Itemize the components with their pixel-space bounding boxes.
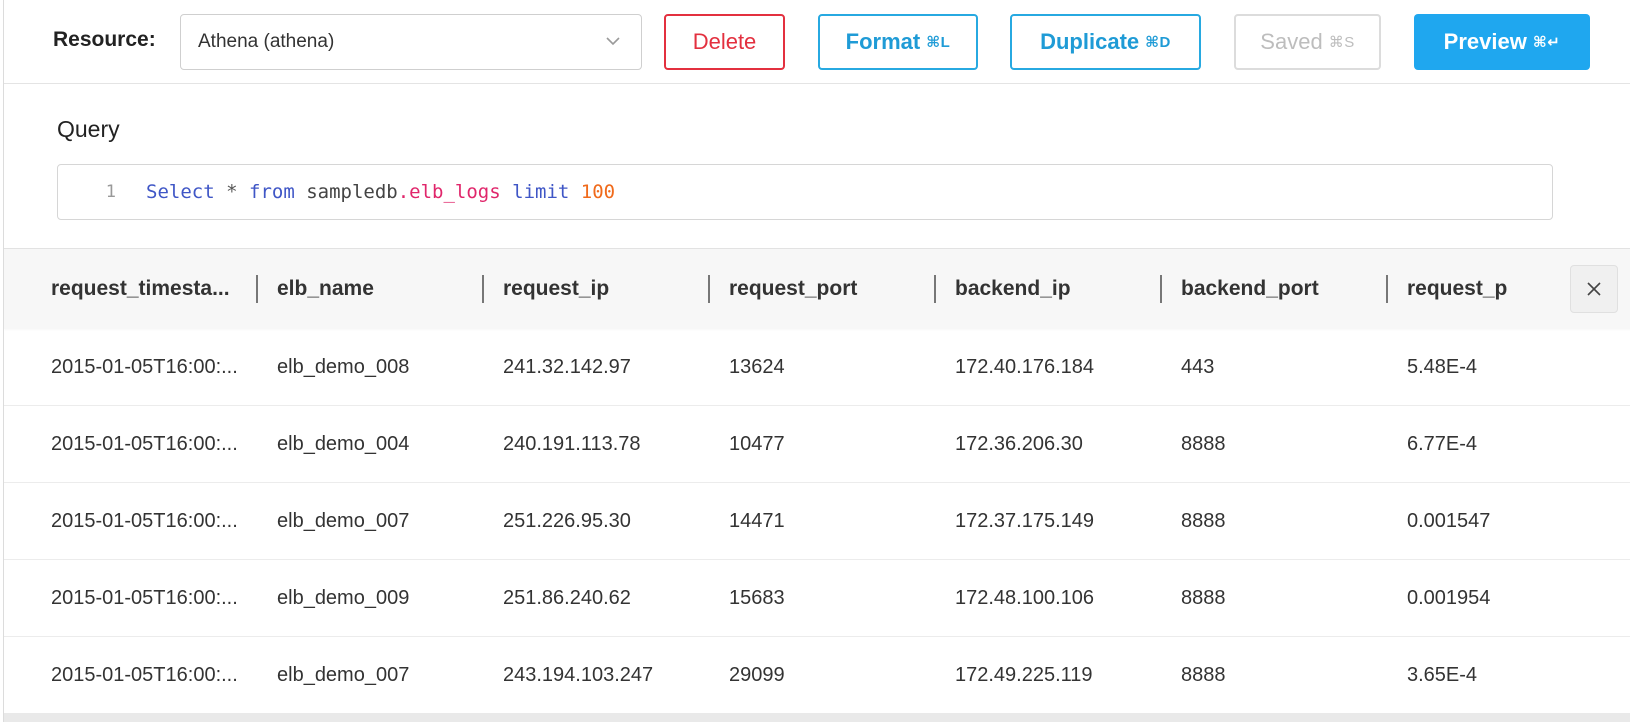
sql-schema: sampledb xyxy=(306,181,398,203)
table-cell: 13624 xyxy=(729,356,785,378)
sql-keyword-from: from xyxy=(249,181,295,203)
column-header[interactable]: request_timesta... xyxy=(51,249,251,329)
table-cell: 5.48E-4 xyxy=(1407,356,1478,378)
table-cell: 0.001954 xyxy=(1407,587,1491,609)
sql-keyword-limit: limit xyxy=(512,181,570,203)
table-cell: 8888 xyxy=(1181,433,1226,455)
close-icon xyxy=(1587,282,1601,296)
preview-shortcut: ⌘↵ xyxy=(1532,34,1561,51)
query-code-editor[interactable]: 1 Select * from sampledb .elb_logs limit … xyxy=(57,164,1553,220)
table-row[interactable]: 2015-01-05T16:00:... elb_demo_008 241.32.1… xyxy=(4,329,1630,406)
table-row[interactable]: 2015-01-05T16:00:... elb_demo_004 240.191.… xyxy=(4,406,1630,483)
table-cell: 15683 xyxy=(729,587,785,609)
sql-table: .elb_logs xyxy=(397,181,501,203)
query-title: Query xyxy=(57,116,120,142)
table-cell: 10477 xyxy=(729,433,785,455)
table-cell: 172.40.176.184 xyxy=(955,356,1095,378)
table-cell: 3.65E-4 xyxy=(1407,664,1478,686)
chevron-down-icon xyxy=(606,37,620,46)
table-cell: 2015-01-05T16:00:... xyxy=(51,664,238,686)
format-button[interactable]: Format ⌘L xyxy=(818,14,978,70)
column-resize-handle[interactable] xyxy=(934,275,936,303)
table-cell: 2015-01-05T16:00:... xyxy=(51,587,238,609)
table-cell: 2015-01-05T16:00:... xyxy=(51,356,238,378)
table-cell: 2015-01-05T16:00:... xyxy=(51,433,238,455)
sql-star: * xyxy=(226,181,238,203)
format-shortcut: ⌘L xyxy=(926,34,951,51)
column-resize-handle[interactable] xyxy=(482,275,484,303)
close-results-button[interactable] xyxy=(1570,265,1618,313)
table-cell: 8888 xyxy=(1181,587,1226,609)
resource-select-value: Athena (athena) xyxy=(198,31,335,52)
table-cell: elb_demo_009 xyxy=(277,587,410,609)
table-cell: elb_demo_007 xyxy=(277,664,410,686)
sql-keyword-select: Select xyxy=(146,181,215,203)
format-button-label: Format xyxy=(845,29,921,54)
table-cell: 29099 xyxy=(729,664,785,686)
column-header[interactable]: elb_name xyxy=(277,249,477,329)
table-row[interactable]: 2015-01-05T16:00:... elb_demo_009 251.86.2… xyxy=(4,560,1630,637)
table-header: request_timesta... elb_name request_ip requ… xyxy=(4,249,1630,329)
table-row[interactable]: 2015-01-05T16:00:... elb_demo_007 243.194.… xyxy=(4,637,1630,714)
column-resize-handle[interactable] xyxy=(1386,275,1388,303)
line-number: 1 xyxy=(105,182,116,202)
delete-button[interactable]: Delete xyxy=(664,14,785,70)
table-cell: 240.191.113.78 xyxy=(503,433,641,455)
table-cell: 243.194.103.247 xyxy=(503,664,654,686)
table-cell: elb_demo_004 xyxy=(277,433,410,455)
column-header[interactable]: request_ip xyxy=(503,249,703,329)
table-row[interactable]: 2015-01-05T16:00:... elb_demo_007 251.226.… xyxy=(4,483,1630,560)
table-cell: 14471 xyxy=(729,510,785,532)
horizontal-scrollbar[interactable] xyxy=(4,713,1630,722)
column-header[interactable]: backend_port xyxy=(1181,249,1381,329)
saved-button[interactable]: Saved ⌘S xyxy=(1234,14,1381,70)
preview-button[interactable]: Preview ⌘↵ xyxy=(1414,14,1590,70)
table-cell: 8888 xyxy=(1181,664,1226,686)
table-cell: 251.86.240.62 xyxy=(503,587,631,609)
preview-button-label: Preview xyxy=(1443,29,1527,54)
table-cell: 172.49.225.119 xyxy=(955,664,1093,686)
saved-button-label: Saved xyxy=(1260,29,1323,54)
sql-limit-value: 100 xyxy=(580,181,616,203)
query-editor-panel: Resource: Athena (athena) Delete Format … xyxy=(3,0,1630,722)
table-cell: 172.48.100.106 xyxy=(955,587,1095,609)
column-resize-handle[interactable] xyxy=(708,275,710,303)
duplicate-button-label: Duplicate xyxy=(1040,29,1140,54)
table-cell: 172.37.175.149 xyxy=(955,510,1095,532)
table-cell: 6.77E-4 xyxy=(1407,433,1478,455)
table-cell: elb_demo_007 xyxy=(277,510,410,532)
table-cell: 8888 xyxy=(1181,510,1226,532)
column-header[interactable]: request_p xyxy=(1407,249,1557,329)
delete-button-label: Delete xyxy=(692,29,757,54)
column-resize-handle[interactable] xyxy=(256,275,258,303)
table-cell: 443 xyxy=(1181,356,1215,378)
toolbar: Resource: Athena (athena) Delete Format … xyxy=(4,0,1630,84)
table-cell: 2015-01-05T16:00:... xyxy=(51,510,238,532)
table-cell: 172.36.206.30 xyxy=(955,433,1083,455)
saved-shortcut: ⌘S xyxy=(1328,34,1355,51)
column-header[interactable]: request_port xyxy=(729,249,929,329)
resource-label: Resource: xyxy=(53,28,156,51)
column-resize-handle[interactable] xyxy=(1160,275,1162,303)
column-header[interactable]: backend_ip xyxy=(955,249,1155,329)
table-cell: 251.226.95.30 xyxy=(503,510,631,532)
table-cell: 0.001547 xyxy=(1407,510,1491,532)
duplicate-shortcut: ⌘D xyxy=(1145,34,1171,51)
table-cell: 241.32.142.97 xyxy=(503,356,631,378)
duplicate-button[interactable]: Duplicate ⌘D xyxy=(1010,14,1201,70)
resource-select[interactable]: Athena (athena) xyxy=(180,14,642,70)
table-cell: elb_demo_008 xyxy=(277,356,410,378)
results-table: request_timesta... elb_name request_ip requ… xyxy=(4,248,1630,722)
